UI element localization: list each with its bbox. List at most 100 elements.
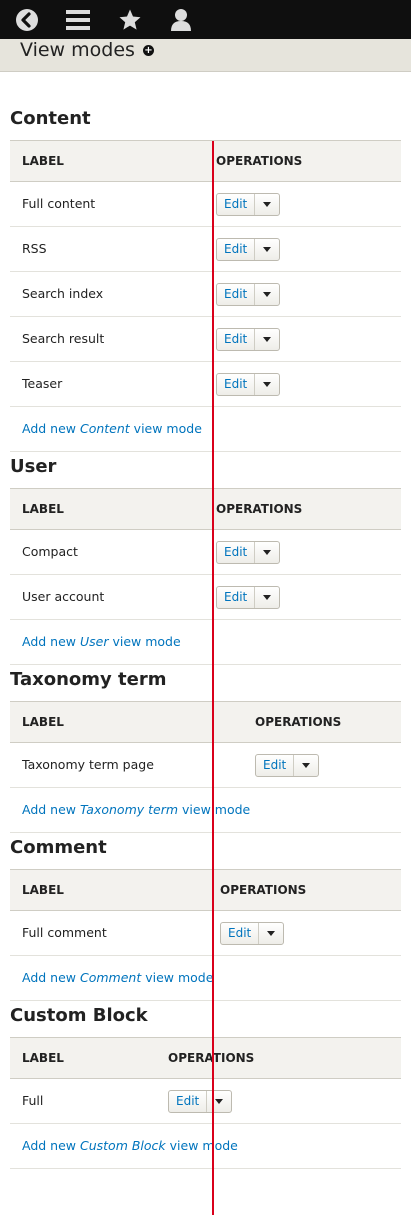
row-label: Full content: [22, 196, 96, 211]
dropdown-toggle[interactable]: [255, 374, 279, 395]
edit-button[interactable]: Edit: [217, 239, 256, 260]
row-label: RSS: [22, 241, 47, 256]
add-shortcut-icon[interactable]: +: [142, 44, 154, 56]
caret-down-icon: [263, 337, 272, 342]
table-header: LABEL OPERATIONS: [10, 488, 401, 530]
column-operations-header: OPERATIONS: [216, 502, 303, 516]
add-view-mode-row: Add new Taxonomy term view mode: [10, 788, 401, 833]
edit-button[interactable]: Edit: [217, 587, 256, 608]
admin-toolbar: [0, 0, 411, 39]
edit-button[interactable]: Edit: [217, 542, 256, 563]
column-operations-header: OPERATIONS: [255, 715, 342, 729]
caret-down-icon: [215, 1099, 224, 1104]
column-label-header: LABEL: [22, 154, 64, 168]
caret-down-icon: [302, 763, 311, 768]
dropdown-toggle[interactable]: [255, 239, 279, 260]
caret-down-icon: [263, 595, 272, 600]
edit-button[interactable]: Edit: [217, 284, 256, 305]
add-new-user-view-mode-link[interactable]: Add new User view mode: [22, 634, 181, 649]
table-row: Search result Edit: [10, 317, 401, 362]
dropdown-toggle[interactable]: [207, 1091, 231, 1112]
section-title-comment: Comment: [10, 837, 107, 858]
operations-dropbutton: Edit: [216, 541, 281, 564]
edit-button[interactable]: Edit: [217, 374, 256, 395]
table-header: LABEL OPERATIONS: [10, 869, 401, 911]
section-title-content: Content: [10, 108, 91, 129]
add-view-mode-row: Add new Comment view mode: [10, 956, 401, 1001]
edit-button[interactable]: Edit: [217, 329, 256, 350]
caret-down-icon: [263, 247, 272, 252]
operations-dropbutton: Edit: [216, 373, 281, 396]
add-new-comment-view-mode-link[interactable]: Add new Comment view mode: [22, 970, 213, 985]
table-header: LABEL OPERATIONS: [10, 701, 401, 743]
menu-icon[interactable]: [65, 7, 91, 33]
section-title-taxonomy-term: Taxonomy term: [10, 669, 167, 690]
row-label: Teaser: [22, 376, 63, 391]
row-label: User account: [22, 589, 105, 604]
add-view-mode-row: Add new Content view mode: [10, 407, 401, 452]
caret-down-icon: [267, 931, 276, 936]
table-row: User account Edit: [10, 575, 401, 620]
add-view-mode-row: Add new User view mode: [10, 620, 401, 665]
table-custom-block: LABEL OPERATIONS Full Edit Add new Custo…: [10, 1037, 401, 1169]
dropdown-toggle[interactable]: [255, 284, 279, 305]
table-row: Taxonomy term page Edit: [10, 743, 401, 788]
add-new-content-view-mode-link[interactable]: Add new Content view mode: [22, 421, 202, 436]
operations-dropbutton: Edit: [216, 328, 281, 351]
operations-dropbutton: Edit: [220, 922, 285, 945]
edit-button[interactable]: Edit: [169, 1091, 208, 1112]
column-operations-header: OPERATIONS: [220, 883, 307, 897]
add-new-taxonomy-term-view-mode-link[interactable]: Add new Taxonomy term view mode: [22, 802, 250, 817]
caret-down-icon: [263, 382, 272, 387]
operations-dropbutton: Edit: [255, 754, 320, 777]
dropdown-toggle[interactable]: [259, 923, 283, 944]
row-label: Full comment: [22, 925, 107, 940]
dropdown-toggle[interactable]: [255, 587, 279, 608]
column-label-header: LABEL: [22, 502, 64, 516]
operations-dropbutton: Edit: [216, 586, 281, 609]
column-label-header: LABEL: [22, 715, 64, 729]
table-row: Full Edit: [10, 1079, 401, 1124]
table-row: RSS Edit: [10, 227, 401, 272]
caret-down-icon: [263, 292, 272, 297]
column-operations-header: OPERATIONS: [216, 154, 303, 168]
row-label: Search index: [22, 286, 104, 301]
row-label: Compact: [22, 544, 78, 559]
star-icon[interactable]: [117, 7, 143, 33]
section-title-custom-block: Custom Block: [10, 1005, 148, 1026]
table-row: Compact Edit: [10, 530, 401, 575]
table-header: LABEL OPERATIONS: [10, 140, 401, 182]
caret-down-icon: [263, 202, 272, 207]
row-label: Taxonomy term page: [22, 757, 154, 772]
operations-dropbutton: Edit: [216, 193, 281, 216]
table-row: Full comment Edit: [10, 911, 401, 956]
dropdown-toggle[interactable]: [255, 329, 279, 350]
user-icon[interactable]: [168, 7, 194, 33]
operations-dropbutton: Edit: [168, 1090, 233, 1113]
edit-button[interactable]: Edit: [221, 923, 260, 944]
dropdown-toggle[interactable]: [255, 542, 279, 563]
dropdown-toggle[interactable]: [255, 194, 279, 215]
column-label-header: LABEL: [22, 883, 64, 897]
table-comment: LABEL OPERATIONS Full comment Edit Add n…: [10, 869, 401, 1001]
table-row: Full content Edit: [10, 182, 401, 227]
row-label: Full: [22, 1093, 44, 1108]
column-label-header: LABEL: [22, 1051, 64, 1065]
operations-dropbutton: Edit: [216, 283, 281, 306]
page-title: View modes +: [20, 39, 154, 61]
add-view-mode-row: Add new Custom Block view mode: [10, 1124, 401, 1169]
page-header: View modes +: [0, 39, 411, 72]
edit-button[interactable]: Edit: [256, 755, 295, 776]
vertical-guide-line: [212, 141, 214, 1215]
section-title-user: User: [10, 456, 57, 477]
caret-down-icon: [263, 550, 272, 555]
edit-button[interactable]: Edit: [217, 194, 256, 215]
table-taxonomy-term: LABEL OPERATIONS Taxonomy term page Edit…: [10, 701, 401, 833]
table-row: Teaser Edit: [10, 362, 401, 407]
back-icon[interactable]: [14, 7, 40, 33]
operations-dropbutton: Edit: [216, 238, 281, 261]
add-new-custom-block-view-mode-link[interactable]: Add new Custom Block view mode: [22, 1138, 238, 1153]
dropdown-toggle[interactable]: [294, 755, 318, 776]
table-header: LABEL OPERATIONS: [10, 1037, 401, 1079]
table-content: LABEL OPERATIONS Full content Edit RSS E…: [10, 140, 401, 452]
